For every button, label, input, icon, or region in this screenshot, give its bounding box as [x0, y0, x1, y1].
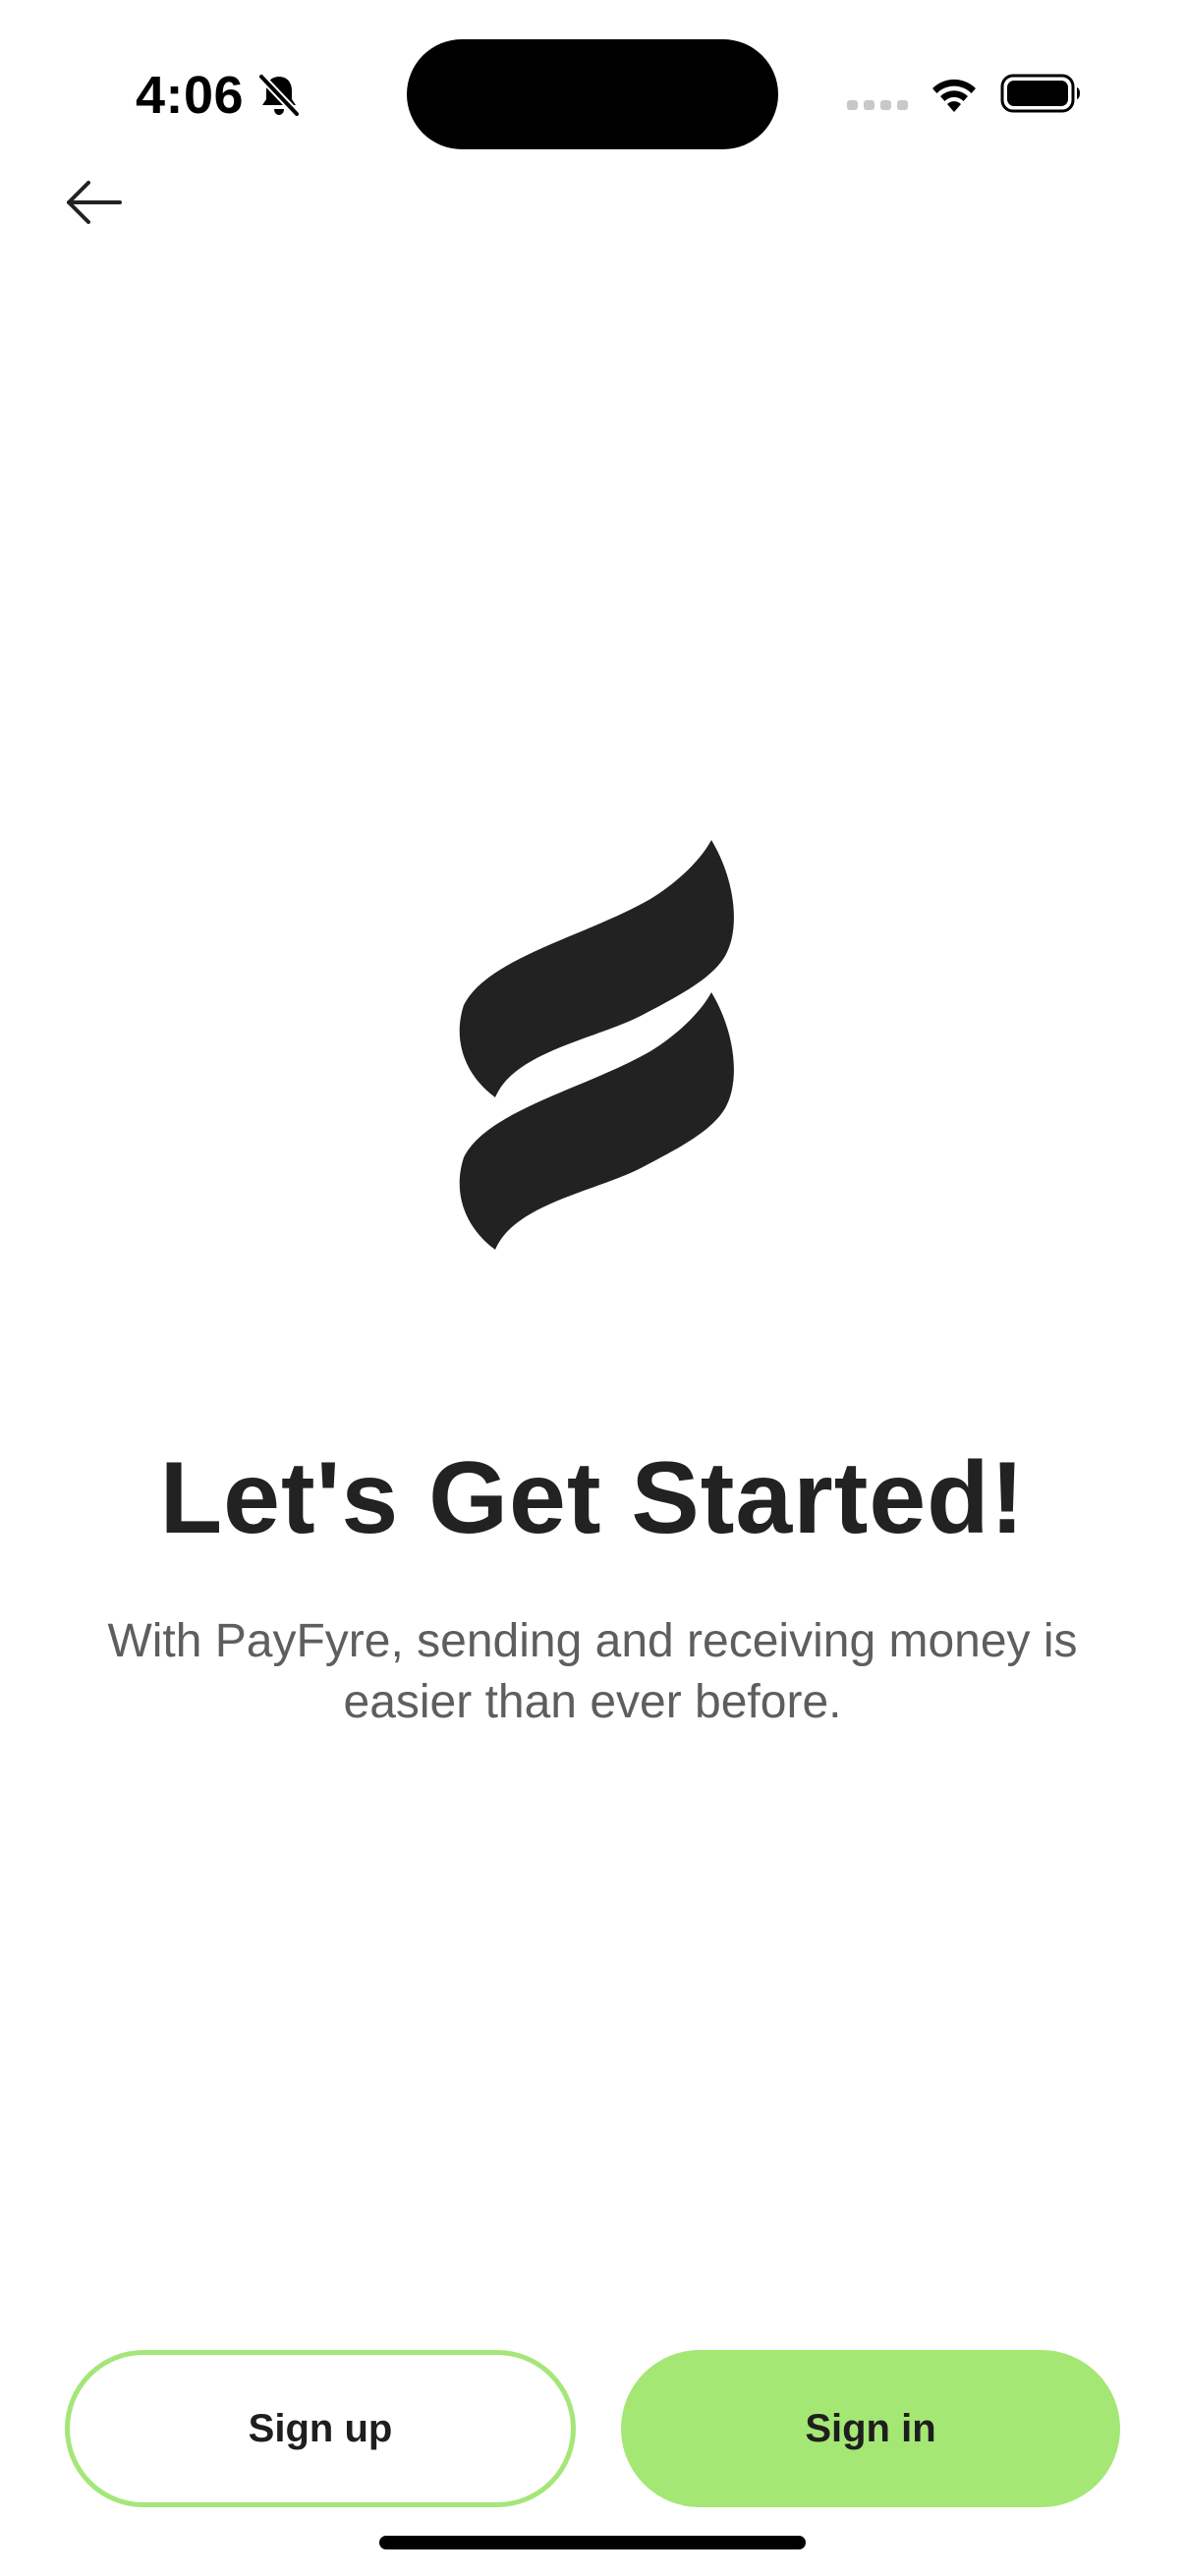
status-bar: 4:06 — [0, 0, 1185, 187]
sign-up-button[interactable]: Sign up — [65, 2350, 576, 2507]
sign-in-label: Sign in — [805, 2406, 936, 2450]
bell-slash-icon — [257, 73, 301, 118]
payfyre-logo-icon — [459, 840, 734, 1250]
page-subtitle: With PayFyre, sending and receiving mone… — [107, 1615, 1078, 1728]
battery-icon — [1000, 74, 1080, 113]
cellular-signal-icon — [847, 100, 908, 110]
dynamic-island — [407, 39, 778, 149]
home-indicator — [379, 2536, 806, 2549]
wifi-icon — [932, 79, 976, 112]
sign-in-button[interactable]: Sign in — [621, 2350, 1120, 2507]
sign-up-label: Sign up — [248, 2406, 393, 2450]
back-button[interactable] — [47, 161, 141, 244]
status-time: 4:06 — [136, 66, 245, 125]
page-title: Let's Get Started! — [159, 1441, 1026, 1555]
arrow-left-icon — [67, 181, 122, 224]
